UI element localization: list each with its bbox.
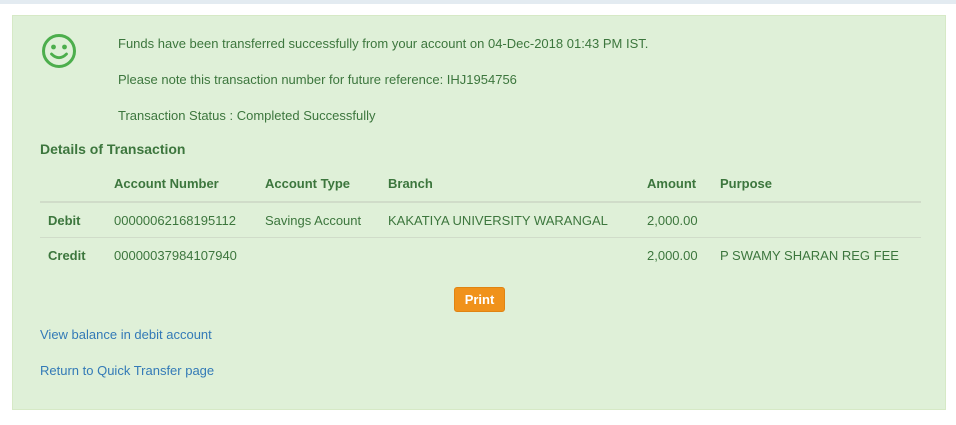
success-message: Funds have been transferred successfully…: [118, 36, 649, 51]
row-label: Debit: [40, 202, 106, 238]
return-quick-transfer-link[interactable]: Return to Quick Transfer page: [40, 363, 214, 378]
purpose-cell: [712, 202, 921, 238]
column-header: Purpose: [712, 165, 921, 203]
column-header: Branch: [380, 165, 639, 203]
table-row: Debit 00000062168195112 Savings Account …: [40, 202, 921, 238]
branch-cell: [380, 238, 639, 273]
column-header: Account Number: [106, 165, 257, 203]
view-balance-link[interactable]: View balance in debit account: [40, 327, 212, 342]
purpose-cell: P SWAMY SHARAN REG FEE: [720, 247, 899, 263]
account-number-cell: 00000062168195112: [106, 202, 257, 238]
amount-cell: 2,000.00: [639, 202, 712, 238]
column-header: Amount: [639, 165, 712, 203]
top-bar: [0, 0, 956, 4]
table-row: Credit 00000037984107940 2,000.00 P SWAM…: [40, 238, 921, 273]
column-header: Account Type: [257, 165, 380, 203]
details-heading: Details of Transaction: [40, 141, 186, 157]
row-label: Credit: [48, 247, 86, 263]
print-button[interactable]: Print: [454, 287, 505, 312]
success-panel: Funds have been transferred successfully…: [12, 15, 946, 410]
account-number-cell: 00000037984107940: [114, 247, 237, 263]
transaction-status-message: Transaction Status : Completed Successfu…: [118, 108, 376, 123]
account-type-cell: [257, 238, 380, 273]
transaction-number-message: Please note this transaction number for …: [118, 72, 517, 87]
transaction-table: Account Number Account Type Branch Amoun…: [40, 165, 921, 272]
column-header: [40, 165, 106, 203]
amount-cell: 2,000.00: [647, 247, 698, 263]
table-header-row: Account Number Account Type Branch Amoun…: [40, 165, 921, 203]
smiley-icon: [42, 34, 76, 68]
branch-cell: KAKATIYA UNIVERSITY WARANGAL: [380, 202, 639, 238]
account-type-cell: Savings Account: [257, 202, 380, 238]
